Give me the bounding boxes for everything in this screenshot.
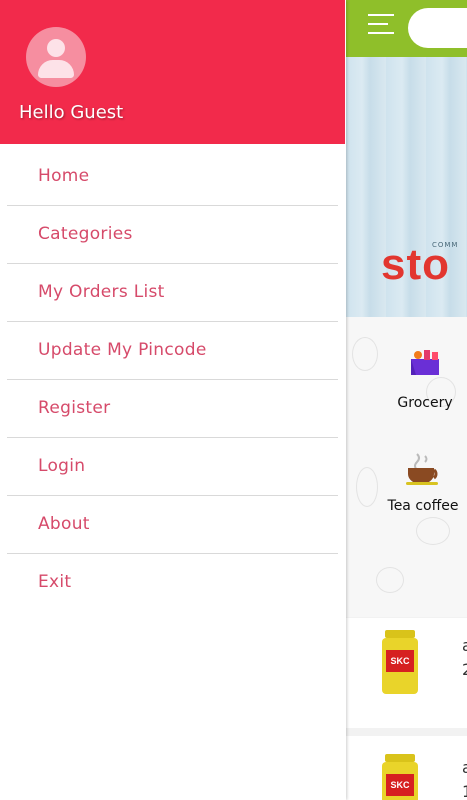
banner-brand-text: sto — [381, 240, 450, 289]
menu-item-label: Categories — [38, 224, 133, 244]
menu-item-register[interactable]: Register — [7, 380, 338, 438]
menu-item-label: Login — [38, 456, 86, 476]
drawer-menu: Home Categories My Orders List Update My… — [7, 148, 338, 612]
menu-item-categories[interactable]: Categories — [7, 206, 338, 264]
product-price: 1 — [462, 782, 467, 800]
category-label: Grocery — [397, 395, 453, 411]
grocery-basket-icon — [411, 350, 439, 375]
product-card[interactable]: SKC a 1 — [346, 736, 467, 800]
product-card[interactable]: SKC a 2 — [346, 618, 467, 728]
menu-item-home[interactable]: Home — [7, 148, 338, 206]
menu-item-update-pincode[interactable]: Update My Pincode — [7, 322, 338, 380]
menu-item-label: About — [38, 514, 90, 534]
drawer-header: Hello Guest — [0, 0, 345, 144]
tea-cup-icon — [406, 453, 438, 485]
greeting-text: Hello Guest — [19, 102, 124, 123]
menu-item-label: My Orders List — [38, 282, 165, 302]
menu-item-label: Update My Pincode — [38, 340, 207, 360]
menu-icon[interactable] — [368, 14, 396, 38]
menu-item-about[interactable]: About — [7, 496, 338, 554]
product-image: SKC — [382, 754, 418, 800]
menu-item-label: Exit — [38, 572, 72, 592]
navigation-drawer: Hello Guest Home Categories My Orders Li… — [0, 0, 346, 800]
menu-item-my-orders-list[interactable]: My Orders List — [7, 264, 338, 322]
menu-item-label: Register — [38, 398, 111, 418]
category-grocery[interactable]: Grocery — [380, 345, 467, 411]
avatar-icon[interactable] — [26, 27, 86, 87]
product-name: a — [462, 758, 467, 777]
category-tea-coffee[interactable]: Tea coffee — [380, 450, 466, 514]
product-price: 2 — [462, 660, 467, 679]
menu-item-label: Home — [38, 166, 90, 186]
product-image: SKC — [382, 630, 418, 694]
menu-item-login[interactable]: Login — [7, 438, 338, 496]
search-input[interactable] — [408, 8, 467, 48]
category-label: Tea coffee — [387, 498, 459, 514]
product-name: a — [462, 636, 467, 655]
menu-item-exit[interactable]: Exit — [7, 554, 338, 612]
